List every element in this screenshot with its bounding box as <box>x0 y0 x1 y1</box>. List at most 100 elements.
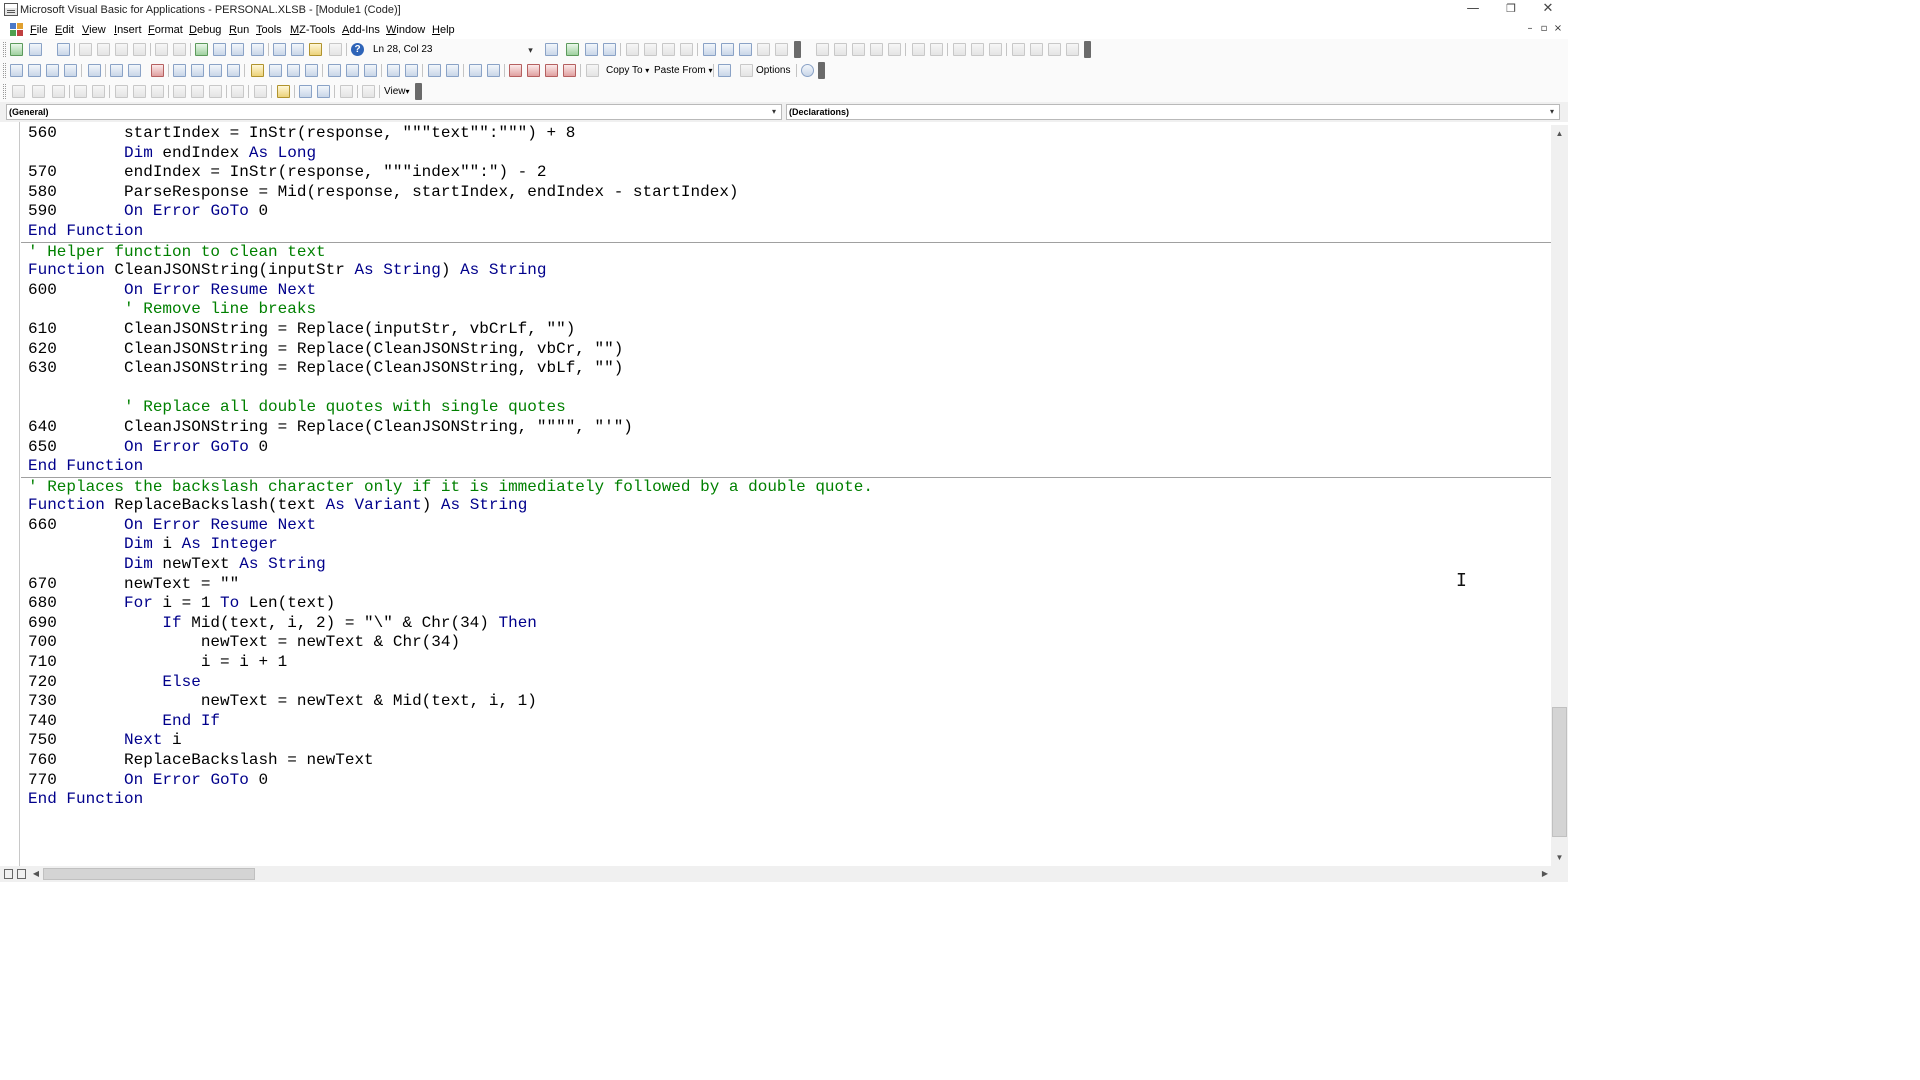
wrap-icon[interactable] <box>115 85 128 98</box>
properties-window-icon[interactable] <box>291 43 304 56</box>
private-clipboard-icon[interactable] <box>251 64 264 77</box>
toolbox-icon[interactable] <box>329 43 342 56</box>
pause-icon[interactable] <box>585 43 598 56</box>
code-editor[interactable]: 560 startIndex = InStr(response, """text… <box>0 122 1568 866</box>
full-module-view-icon[interactable] <box>17 869 26 879</box>
code-templates-icon[interactable] <box>10 64 23 77</box>
module-icon[interactable] <box>10 23 24 36</box>
menu-edit[interactable]: Edit <box>55 24 74 36</box>
menu-insert[interactable]: Insert <box>114 24 142 36</box>
code-line[interactable]: 770 On Error GoTo 0 <box>21 771 1551 791</box>
add-module-header-icon[interactable] <box>64 64 77 77</box>
code-line[interactable]: 670 newText = "" <box>21 575 1551 595</box>
toolbar-grip[interactable] <box>3 84 6 99</box>
run-to-cursor-icon[interactable] <box>680 43 693 56</box>
align-icon[interactable] <box>151 85 164 98</box>
step-over-icon[interactable] <box>644 43 657 56</box>
mdi-restore-button[interactable]: ▫ <box>1538 22 1550 36</box>
menu-help[interactable]: Help <box>432 24 455 36</box>
numbered-list-icon[interactable] <box>74 85 87 98</box>
scroll-down-arrow-icon[interactable]: ▼ <box>1551 849 1568 866</box>
call-stack-icon[interactable] <box>775 43 788 56</box>
msgbox-assistant-icon[interactable] <box>428 64 441 77</box>
menu-file[interactable]: File <box>30 24 48 36</box>
mz-tools-icon[interactable] <box>545 43 558 56</box>
toolbar-grip[interactable] <box>3 42 6 57</box>
complete-word-icon[interactable] <box>1066 43 1079 56</box>
database-icon[interactable] <box>12 85 25 98</box>
find-icon[interactable] <box>133 43 146 56</box>
next-bookmark-icon[interactable] <box>930 43 943 56</box>
code-line[interactable]: End Function <box>21 222 1551 242</box>
code-line[interactable] <box>21 379 1551 399</box>
menu-run[interactable]: Run <box>229 24 249 36</box>
column-merge-icon[interactable] <box>209 85 222 98</box>
code-line[interactable]: 620 CleanJSONString = Replace(CleanJSONS… <box>21 340 1551 360</box>
code-line[interactable]: 660 On Error Resume Next <box>21 516 1551 536</box>
copy-to-button[interactable]: Copy To ▾ <box>606 65 649 76</box>
procedure-view-icon[interactable] <box>4 869 13 879</box>
outline-icon[interactable] <box>317 85 330 98</box>
minimize-button[interactable]: — <box>1455 0 1491 20</box>
object-chevron-down-icon[interactable]: ▾ <box>768 106 780 118</box>
design-mode-icon[interactable] <box>251 43 264 56</box>
menu-tools[interactable]: Tools <box>256 24 282 36</box>
code-line[interactable]: Dim endIndex As Long <box>21 144 1551 164</box>
code-line[interactable]: 740 End If <box>21 712 1551 732</box>
numbering-icon[interactable] <box>362 85 375 98</box>
reset-icon[interactable] <box>231 43 244 56</box>
procedure-list-icon[interactable] <box>28 64 41 77</box>
parameter-info-icon[interactable] <box>1048 43 1061 56</box>
scroll-up-arrow-icon[interactable]: ▲ <box>1551 125 1568 142</box>
unwrap-icon[interactable] <box>133 85 146 98</box>
about-globe-icon[interactable] <box>801 64 814 77</box>
watch-window-icon[interactable] <box>739 43 752 56</box>
code-line[interactable]: 610 CleanJSONString = Replace(inputStr, … <box>21 320 1551 340</box>
save-icon[interactable] <box>57 43 70 56</box>
remove-line-numbers-icon[interactable] <box>227 64 240 77</box>
toolbar-grip[interactable] <box>3 63 6 78</box>
vertical-scroll-thumb[interactable] <box>1552 707 1567 837</box>
menu-format[interactable]: Format <box>148 24 183 36</box>
quick-info-icon[interactable] <box>1030 43 1043 56</box>
import-code-icon[interactable] <box>487 64 500 77</box>
explorer-icon[interactable] <box>299 85 312 98</box>
toggle-breakpoint-icon[interactable] <box>852 43 865 56</box>
code-line[interactable]: 560 startIndex = InStr(response, """text… <box>21 124 1551 144</box>
options-button[interactable]: Options <box>756 65 790 76</box>
close-windows-icon[interactable] <box>563 64 576 77</box>
combine-lines-icon[interactable] <box>346 64 359 77</box>
code-line[interactable]: 730 newText = newText & Mid(text, i, 1) <box>21 692 1551 712</box>
help-icon[interactable]: ? <box>351 43 364 56</box>
code-line[interactable]: 640 CleanJSONString = Replace(CleanJSONS… <box>21 418 1551 438</box>
procedure-callers-icon[interactable] <box>110 64 123 77</box>
mdi-minimize-button[interactable]: – <box>1524 22 1536 36</box>
code-line[interactable]: ' Remove line breaks <box>21 300 1551 320</box>
outdent-icon[interactable] <box>834 43 847 56</box>
view-dropdown-button[interactable]: View▾ <box>384 86 410 97</box>
step-icon[interactable] <box>254 85 267 98</box>
quick-watch-icon[interactable] <box>757 43 770 56</box>
xml-doc-icon[interactable] <box>305 64 318 77</box>
code-line[interactable]: 600 On Error Resume Next <box>21 281 1551 301</box>
options-gear-icon[interactable] <box>740 64 753 77</box>
eraser-icon[interactable] <box>586 64 599 77</box>
code-line[interactable]: 680 For i = 1 To Len(text) <box>21 594 1551 614</box>
code-line[interactable]: Function CleanJSONString(inputStr As Str… <box>21 261 1551 281</box>
delete-unused-icon[interactable] <box>151 64 164 77</box>
menu-window[interactable]: Window <box>386 24 425 36</box>
toolbar-overflow-chevron-icon[interactable] <box>794 41 801 58</box>
review-source-icon[interactable] <box>173 64 186 77</box>
connection-string-icon[interactable] <box>446 64 459 77</box>
procedure-chevron-down-icon[interactable]: ▾ <box>1546 106 1558 118</box>
procedure-dropdown[interactable]: (Declarations) ▾ <box>786 104 1560 120</box>
run-sub-icon[interactable] <box>566 43 579 56</box>
restore-button[interactable]: ❐ <box>1493 0 1529 20</box>
toolbar3-overflow-chevron-icon[interactable] <box>415 83 422 100</box>
favorite-code-icon[interactable] <box>287 64 300 77</box>
code-line[interactable]: 650 On Error GoTo 0 <box>21 438 1551 458</box>
menu-view[interactable]: View <box>82 24 106 36</box>
list-properties-icon[interactable] <box>989 43 1002 56</box>
bullet-list-icon[interactable] <box>92 85 105 98</box>
toggle-bookmark-icon[interactable] <box>912 43 925 56</box>
